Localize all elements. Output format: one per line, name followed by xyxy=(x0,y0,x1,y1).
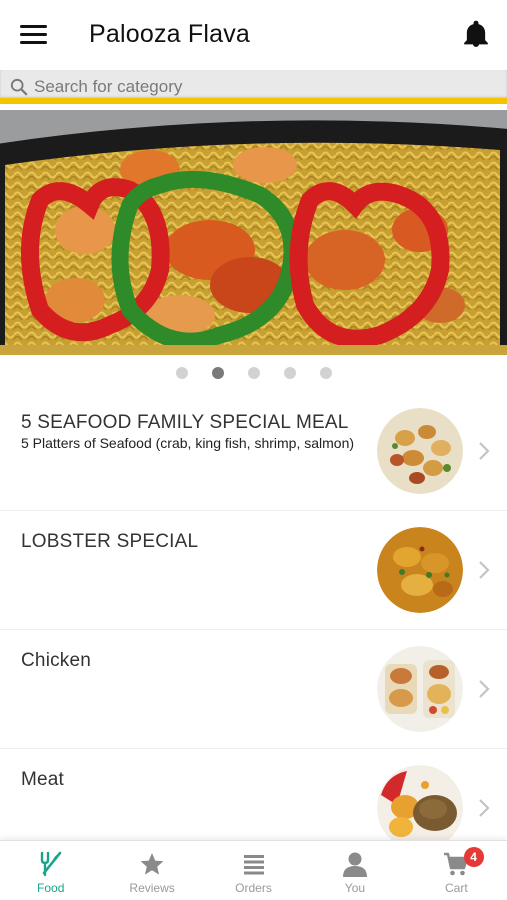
search-input[interactable] xyxy=(34,70,494,104)
category-subtitle: 5 Platters of Seafood (crab, king fish, … xyxy=(21,435,355,451)
nav-label: Cart xyxy=(444,881,468,895)
nav-you[interactable]: You xyxy=(304,841,405,900)
fork-knife-icon xyxy=(40,851,62,877)
nav-reviews[interactable]: Reviews xyxy=(101,841,202,900)
nav-food[interactable]: Food xyxy=(0,841,101,900)
person-icon xyxy=(342,852,367,877)
carousel-dot[interactable] xyxy=(283,367,296,379)
nav-label: Reviews xyxy=(129,881,175,895)
category-title: 5 SEAFOOD FAMILY SPECIAL MEAL xyxy=(21,412,349,433)
nav-label: You xyxy=(344,881,366,895)
category-title: Meat xyxy=(21,769,65,790)
meat-dish-thumbnail xyxy=(377,765,463,851)
chevron-right-icon xyxy=(479,680,490,698)
cart-count-badge: 4 xyxy=(463,847,484,867)
bottom-navigation: Food Reviews Orders You 4 Cart xyxy=(0,840,507,900)
chevron-right-icon xyxy=(479,561,490,579)
nav-label: Food xyxy=(37,881,65,895)
bell-icon[interactable] xyxy=(463,20,489,48)
search-bar xyxy=(0,70,507,104)
nav-label: Orders xyxy=(235,881,272,895)
nav-orders[interactable]: Orders xyxy=(203,841,304,900)
star-icon xyxy=(140,853,164,875)
app-header: Palooza Flava xyxy=(0,0,507,70)
chevron-right-icon xyxy=(479,799,490,817)
category-item-lobster-special[interactable]: LOBSTER SPECIAL xyxy=(0,511,507,630)
hamburger-menu-icon[interactable] xyxy=(20,25,47,45)
app-title: Palooza Flava xyxy=(89,20,251,48)
category-item-chicken[interactable]: Chicken xyxy=(0,630,507,749)
category-title: LOBSTER SPECIAL xyxy=(21,531,199,552)
carousel-dot[interactable] xyxy=(319,367,332,379)
category-list: 5 SEAFOOD FAMILY SPECIAL MEAL 5 Platters… xyxy=(0,392,507,868)
list-icon xyxy=(243,855,264,875)
lobster-dish-thumbnail xyxy=(377,527,463,613)
carousel-dot-active[interactable] xyxy=(211,367,224,379)
search-icon xyxy=(10,78,28,96)
carousel-dot[interactable] xyxy=(247,367,260,379)
chicken-dish-thumbnail xyxy=(377,646,463,732)
seafood-platter-thumbnail xyxy=(377,408,463,494)
category-item-seafood-family[interactable]: 5 SEAFOOD FAMILY SPECIAL MEAL 5 Platters… xyxy=(0,392,507,511)
hero-food-image[interactable] xyxy=(0,110,507,355)
carousel-indicator xyxy=(0,367,507,381)
nav-cart[interactable]: 4 Cart xyxy=(406,841,507,900)
chevron-right-icon xyxy=(479,442,490,460)
carousel-dot[interactable] xyxy=(175,367,188,379)
category-title: Chicken xyxy=(21,650,92,671)
